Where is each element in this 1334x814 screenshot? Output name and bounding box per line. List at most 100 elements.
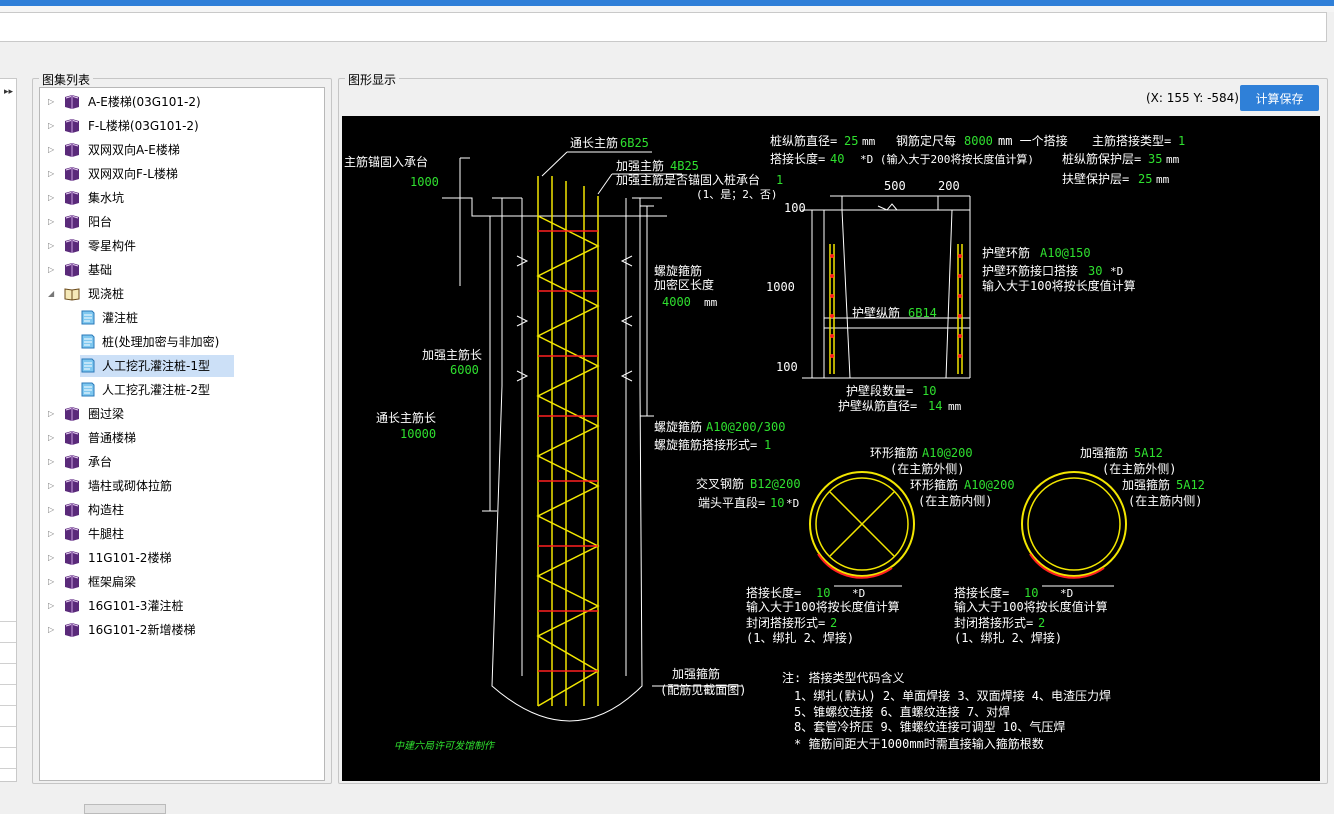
tree-item-label: 人工挖孔灌注桩-2型 xyxy=(102,383,210,397)
expand-arrow-icon[interactable]: ▷ xyxy=(48,403,58,425)
document-icon xyxy=(80,334,96,349)
cr-lap-unit: *D xyxy=(1060,587,1073,600)
bar-fix-label: 钢筋定尺每 xyxy=(896,133,956,148)
expand-arrow-icon[interactable]: ▷ xyxy=(48,139,58,161)
through-main-label: 通长主筋 xyxy=(570,135,618,150)
cr-hoop-value[interactable]: 5A12 xyxy=(1134,446,1163,460)
spiral-lap-label: 螺旋箍筋搭接形式= xyxy=(654,437,757,452)
tree-item-label: 框架扁梁 xyxy=(88,575,137,589)
expand-arrow-icon[interactable]: ▷ xyxy=(48,235,58,257)
expand-arrow-icon[interactable]: ▷ xyxy=(48,619,58,641)
tree-item-label: 11G101-2楼梯 xyxy=(88,551,172,565)
cl-lap-value[interactable]: 10 xyxy=(816,586,830,600)
cl-close-value[interactable]: 2 xyxy=(830,616,837,630)
long-dia-unit: mm xyxy=(948,400,962,413)
lap-len-value[interactable]: 40 xyxy=(830,152,844,166)
main-anchor-value[interactable]: 1000 xyxy=(410,175,439,189)
reinforce-anchor-value[interactable]: 1 xyxy=(776,173,783,187)
book-icon xyxy=(64,478,80,493)
expand-arrow-icon[interactable]: ▷ xyxy=(48,211,58,233)
expand-arrow-icon[interactable]: ▷ xyxy=(48,523,58,545)
atlas-tree[interactable]: ▷ A-E楼梯(03G101-2) ▷ F-L楼梯(03G101-2) ▷ 双网双向A-E… xyxy=(39,87,325,781)
cl-ring2-value[interactable]: A10@200 xyxy=(964,478,1015,492)
spiral-lap-value[interactable]: 1 xyxy=(764,438,771,452)
tree-child-item[interactable]: 人工挖孔灌注桩-1型 xyxy=(80,355,234,377)
through-len-value[interactable]: 10000 xyxy=(400,427,436,441)
cr-lap-note: 输入大于100将按长度值计算 xyxy=(954,599,1108,614)
tree-item-label: 墙柱或砌体拉筋 xyxy=(88,479,173,493)
dim-500: 500 xyxy=(884,179,906,193)
dim-1000: 1000 xyxy=(766,280,795,294)
top-input-bar[interactable] xyxy=(0,12,1327,42)
seg-count-value[interactable]: 10 xyxy=(922,384,936,398)
expand-arrow-icon[interactable]: ▷ xyxy=(48,115,58,137)
pile-outline xyxy=(442,157,667,722)
cl-cross-value[interactable]: B12@200 xyxy=(750,477,801,491)
collapsed-side-panel: ▸▸ xyxy=(0,78,17,782)
bar-fix-value[interactable]: 8000 xyxy=(964,134,993,148)
expand-arrow-icon[interactable]: ▷ xyxy=(48,595,58,617)
cl-ring-value[interactable]: A10@200 xyxy=(922,446,973,460)
through-main-value[interactable]: 6B25 xyxy=(620,136,649,150)
book-icon xyxy=(64,550,80,565)
spiral-value[interactable]: A10@200/300 xyxy=(706,420,785,434)
cover-value[interactable]: 35 xyxy=(1148,152,1162,166)
lap-len-suffix: *D (输入大于200将按长度值计算) xyxy=(860,152,1034,166)
expand-arrow-icon[interactable]: ▷ xyxy=(48,259,58,281)
graphic-display-title: 图形显示 xyxy=(345,71,400,88)
tree-item-label: 集水坑 xyxy=(88,191,125,205)
expand-arrow-icon[interactable]: ▷ xyxy=(48,187,58,209)
drawing-canvas[interactable]: 主筋锚固入承台 1000 通长主筋 6B25 加强主筋 4B25 加强主筋是否锚… xyxy=(342,116,1320,781)
collapse-arrow-icon[interactable]: ◢ xyxy=(48,283,58,305)
bar-dia-value[interactable]: 25 xyxy=(844,134,858,148)
expand-arrow-icon[interactable]: ▷ xyxy=(48,499,58,521)
cl-end-label: 端头平直段= xyxy=(698,495,765,510)
bar-dia-label: 桩纵筋直径= xyxy=(770,133,837,148)
document-icon xyxy=(80,310,96,325)
cr-lap-value[interactable]: 10 xyxy=(1024,586,1038,600)
expand-arrow-icon[interactable]: ▷ xyxy=(48,571,58,593)
cover-unit: mm xyxy=(1166,153,1180,166)
tree-item-label: 阳台 xyxy=(88,215,113,229)
book-icon xyxy=(64,142,80,157)
book-icon xyxy=(64,454,80,469)
expand-arrow-icon[interactable]: ▷ xyxy=(48,427,58,449)
lap-len-label: 搭接长度= xyxy=(770,151,825,166)
ring-lap-value[interactable]: 30 xyxy=(1088,264,1102,278)
expand-arrow-icon[interactable]: ▷ xyxy=(48,547,58,569)
lap-type-value[interactable]: 1 xyxy=(1178,134,1185,148)
calc-save-button[interactable]: 计算保存 xyxy=(1240,85,1319,111)
cl-close-label: 封闭搭接形式= xyxy=(746,615,825,630)
spiral-dense-unit: mm xyxy=(704,296,718,309)
reinforce-main-label: 加强主筋 xyxy=(616,158,664,173)
expand-arrow-icon[interactable]: ▷ xyxy=(48,91,58,113)
tree-item-label: 灌注桩 xyxy=(102,311,139,325)
long-bar-value[interactable]: 6B14 xyxy=(908,306,937,320)
cl-end-value[interactable]: 10 xyxy=(770,496,784,510)
spiral-dense-value[interactable]: 4000 xyxy=(662,295,691,309)
reinforce-main-value[interactable]: 4B25 xyxy=(670,159,699,173)
tree-item-label: 牛腿柱 xyxy=(88,527,125,541)
cr-close-value[interactable]: 2 xyxy=(1038,616,1045,630)
reinforce-anchor-label: 加强主筋是否锚固入桩承台 xyxy=(616,172,760,187)
tree-item-label: 16G101-2新增楼梯 xyxy=(88,623,196,637)
bar-dia-unit: mm xyxy=(862,135,876,148)
book-icon xyxy=(64,94,80,109)
bottom-tab[interactable] xyxy=(84,804,166,814)
cr-hoop2-value[interactable]: 5A12 xyxy=(1176,478,1205,492)
ring-value[interactable]: A10@150 xyxy=(1040,246,1091,260)
long-dia-value[interactable]: 14 xyxy=(928,399,942,413)
cover-label: 桩纵筋保护层= xyxy=(1062,151,1141,166)
expand-arrow-icon[interactable]: ▷ xyxy=(48,163,58,185)
wall-cover-value[interactable]: 25 xyxy=(1138,172,1152,186)
seg-count-label: 护壁段数量= xyxy=(846,383,913,398)
expand-arrow-icon[interactable]: ▷ xyxy=(48,451,58,473)
expand-panel-icon[interactable]: ▸▸ xyxy=(4,87,13,97)
tree-item-label: F-L楼梯(03G101-2) xyxy=(88,119,199,133)
document-icon xyxy=(80,382,96,397)
expand-arrow-icon[interactable]: ▷ xyxy=(48,475,58,497)
wall-cover-label: 扶壁保护层= xyxy=(1062,171,1129,186)
reinforce-len-value[interactable]: 6000 xyxy=(450,363,479,377)
tree-item-label: 16G101-3灌注桩 xyxy=(88,599,184,613)
atlas-list-title: 图集列表 xyxy=(39,71,94,88)
